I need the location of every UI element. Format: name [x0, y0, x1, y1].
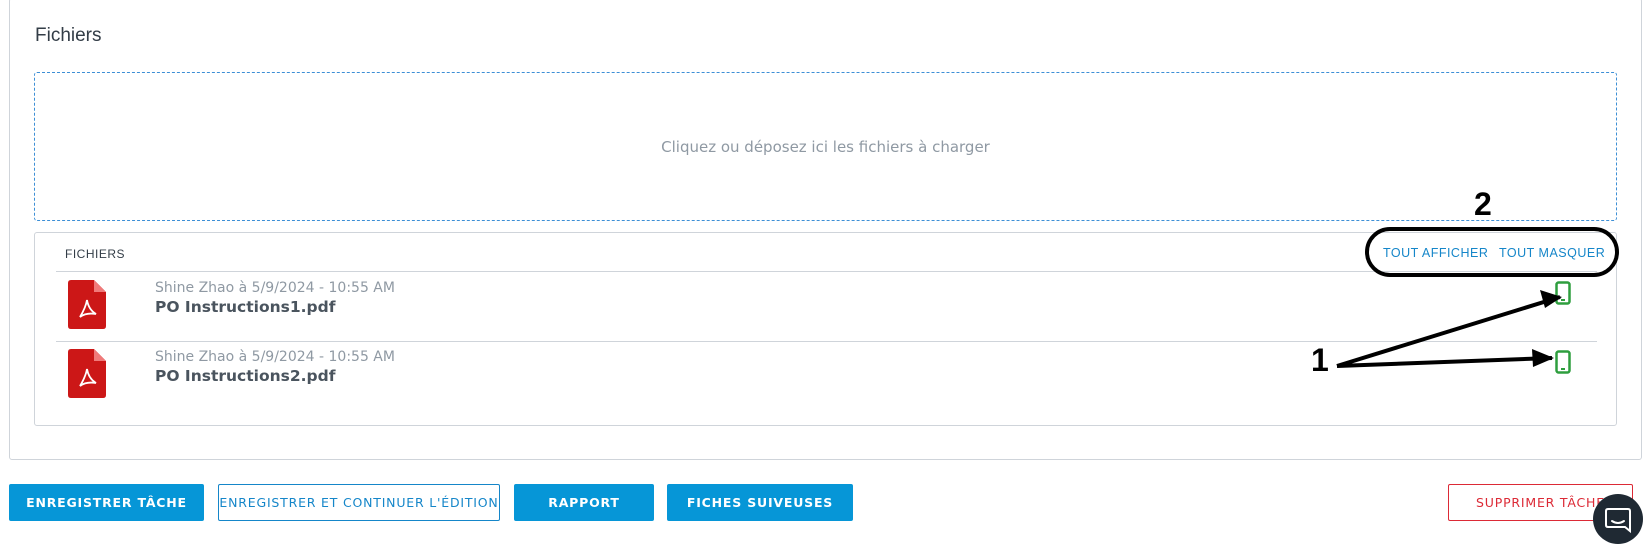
- annotation-label-2: 2: [1474, 186, 1492, 222]
- annotation-overlay: [1336, 227, 1619, 368]
- annotation-label-1: 1: [1311, 342, 1329, 378]
- highlight-ring: [1365, 227, 1619, 277]
- chat-launcher-button[interactable]: [1593, 494, 1643, 544]
- chat-bubble-icon: [1605, 508, 1631, 534]
- annotation-arrow: [1336, 295, 1561, 368]
- arrowhead: [1532, 349, 1554, 367]
- annotation-arrow: [1336, 356, 1553, 368]
- report-button[interactable]: RAPPORT: [514, 484, 654, 521]
- followup-sheets-button[interactable]: FICHES SUIVEUSES: [667, 484, 853, 521]
- arrowhead: [1540, 290, 1562, 308]
- save-task-button[interactable]: ENREGISTRER TÂCHE: [9, 484, 204, 521]
- save-and-continue-button[interactable]: ENREGISTRER ET CONTINUER L'ÉDITION: [218, 484, 500, 521]
